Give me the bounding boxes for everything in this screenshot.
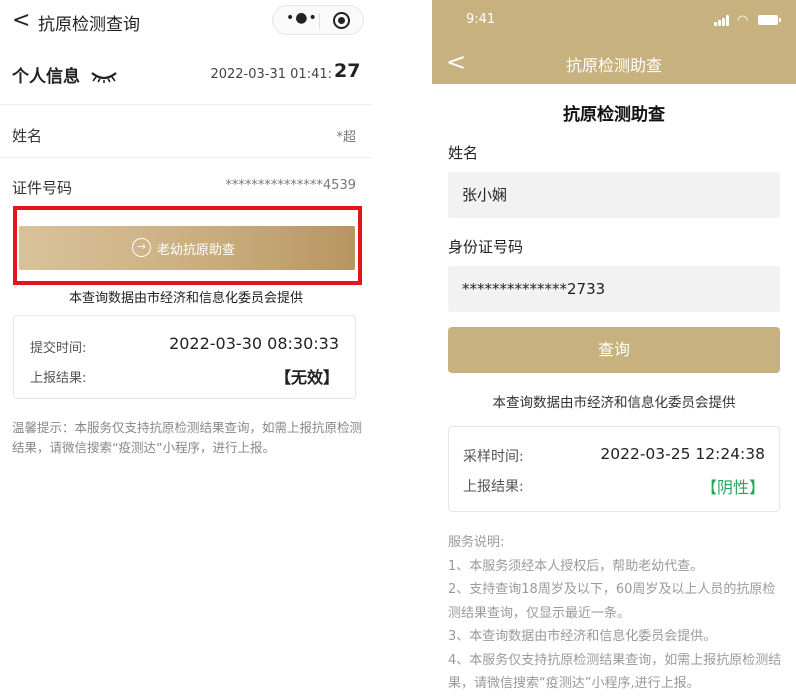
submit-time-label: 提交时间: (30, 341, 87, 356)
query-datetime: 2022-03-31 01:41: (210, 67, 332, 82)
warm-tip: 温馨提示：本服务仅支持抗原检测结果查询，如需上报抗原检测结果，请微信搜索“疫测达… (12, 420, 363, 455)
id-label: 证件号码 (12, 179, 73, 197)
page-heading: 抗原检测助查 (563, 105, 665, 125)
left-nav-bar: < 抗原检测查询 •●• (0, 0, 372, 40)
id-number-input[interactable]: **************2733 (448, 266, 780, 312)
result-card: 提交时间: 2022-03-30 08:30:33 上报结果: 【无效】 (13, 315, 356, 399)
status-time: 9:41 (466, 12, 496, 27)
signal-icon (714, 15, 732, 26)
result-card: 采样时间: 2022-03-25 12:24:38 上报结果: 【阴性】 (448, 426, 780, 512)
mini-program-capsule: •●• (272, 5, 364, 35)
id-value: ***************4539 (225, 178, 356, 193)
status-bar: 9:41 ◠ (432, 0, 796, 40)
divider (0, 157, 372, 158)
right-screen: 9:41 ◠ < 抗原检测助查 抗原检测助查 姓名 张小娴 身份证号码 ****… (432, 0, 796, 697)
enter-circle-icon: → (132, 238, 151, 257)
capsule-divider (319, 13, 320, 29)
more-dots-icon[interactable]: •●• (286, 10, 318, 26)
submit-time-value: 2022-03-30 08:30:33 (169, 334, 339, 353)
name-value: *超 (336, 130, 356, 145)
id-number-label: 身份证号码 (448, 238, 524, 256)
closed-eye-icon[interactable] (90, 70, 118, 84)
note-item: 3、本查询数据由市经济和信息化委员会提供。 (448, 629, 717, 644)
report-result-label: 上报结果: (30, 371, 87, 386)
back-icon[interactable]: < (12, 8, 30, 33)
query-seconds: 27 (334, 60, 361, 82)
notes-heading: 服务说明: (448, 535, 505, 550)
nav-title: 抗原检测助查 (565, 56, 662, 75)
battery-icon (758, 15, 781, 25)
data-provider-note: 本查询数据由市经济和信息化委员会提供 (68, 291, 303, 306)
target-close-icon[interactable] (333, 12, 350, 29)
report-result-value: 【无效】 (274, 368, 339, 387)
left-screen: < 抗原检测查询 •●• 个人信息 2022-03-31 01:41: 27 姓… (0, 0, 372, 697)
personal-info-title: 个人信息 (12, 67, 80, 87)
note-item: 1、本服务须经本人授权后，帮助老幼代查。 (448, 558, 704, 574)
divider (0, 104, 372, 105)
note-item: 2、支持查询18周岁及以下，60周岁及以上人员的抗原检测结果查询，仅显示最近一条… (448, 582, 776, 621)
sample-time-label: 采样时间: (463, 449, 524, 465)
name-input[interactable]: 张小娴 (448, 172, 780, 218)
report-result-label: 上报结果: (463, 479, 524, 495)
note-item: 4、本服务仅支持抗原检测结果查询，如需上报抗原检测结果，请微信搜索“疫测达”小程… (448, 652, 782, 692)
report-result-value: 【阴性】 (700, 478, 765, 497)
button-label: 老幼抗原助查 (157, 243, 236, 258)
service-notes: 服务说明: 1、本服务须经本人授权后，帮助老幼代查。 2、支持查询18周岁及以下… (448, 531, 783, 696)
name-label: 姓名 (12, 127, 43, 145)
right-nav-bar: < 抗原检测助查 (432, 40, 796, 84)
name-label: 姓名 (448, 144, 479, 162)
data-provider-note: 本查询数据由市经济和信息化委员会提供 (492, 395, 736, 411)
sample-time-value: 2022-03-25 12:24:38 (600, 445, 765, 463)
query-button[interactable]: 查询 (448, 327, 780, 373)
elderly-child-assist-button[interactable]: → 老幼抗原助查 (19, 226, 355, 270)
page-title: 抗原检测查询 (38, 15, 140, 35)
wifi-icon: ◠ (737, 13, 749, 28)
